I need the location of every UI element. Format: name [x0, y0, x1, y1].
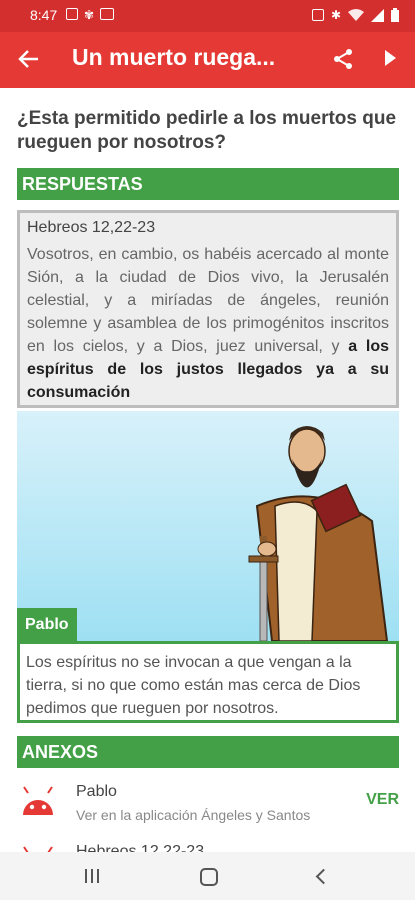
home-icon[interactable] [200, 868, 218, 886]
system-nav-bar [0, 852, 415, 900]
recents-icon[interactable] [85, 869, 99, 883]
back-arrow-icon[interactable] [18, 48, 40, 70]
signal-icon [371, 8, 384, 22]
bluetooth-icon: ✱ [330, 8, 341, 22]
nav-back-icon[interactable] [315, 868, 332, 885]
status-bar: 8:47 ✾ ✱ [0, 0, 415, 32]
battery-icon [391, 8, 399, 22]
nfc-icon [311, 9, 324, 21]
play-icon[interactable] [385, 50, 396, 66]
image-caption: Los espíritus no se invocan a que vengan… [17, 641, 399, 723]
gallery-icon [66, 8, 78, 20]
app-bar: Un muerto ruega... [0, 32, 415, 88]
saint-paul-figure [248, 426, 389, 641]
annex-subtitle: Ver en la aplicación Ángeles y Santos [76, 807, 311, 823]
verse-text: Vosotros, en cambio, os habéis acercado … [27, 243, 389, 404]
system-icons: ✱ [311, 8, 399, 22]
share-icon[interactable] [332, 48, 354, 70]
android-icon [23, 786, 53, 815]
annex-item-pablo[interactable]: Pablo Ver en la aplicación Ángeles y San… [17, 775, 399, 835]
notification-icons: ✾ [66, 8, 115, 22]
ver-button[interactable]: VER [366, 791, 399, 809]
saint-illustration [17, 411, 399, 641]
wifi-icon [348, 8, 364, 21]
annex-title: Pablo [76, 783, 117, 800]
verse-plain: Vosotros, en cambio, os habéis acercado … [27, 246, 389, 355]
question-heading: ¿Esta permitido pedirle a los muertos qu… [17, 108, 397, 153]
page-title: Un muerto ruega... [72, 44, 276, 70]
respuestas-header: RESPUESTAS [17, 168, 399, 200]
status-time: 8:47 [30, 7, 58, 23]
verse-card: Hebreos 12,22-23 Vosotros, en cambio, os… [17, 210, 399, 408]
saint-name-tag: Pablo [17, 608, 77, 641]
anexos-header: ANEXOS [17, 736, 399, 768]
pinwheel-icon: ✾ [84, 8, 95, 22]
screen-icon [100, 8, 115, 20]
verse-reference: Hebreos 12,22-23 [27, 219, 156, 236]
